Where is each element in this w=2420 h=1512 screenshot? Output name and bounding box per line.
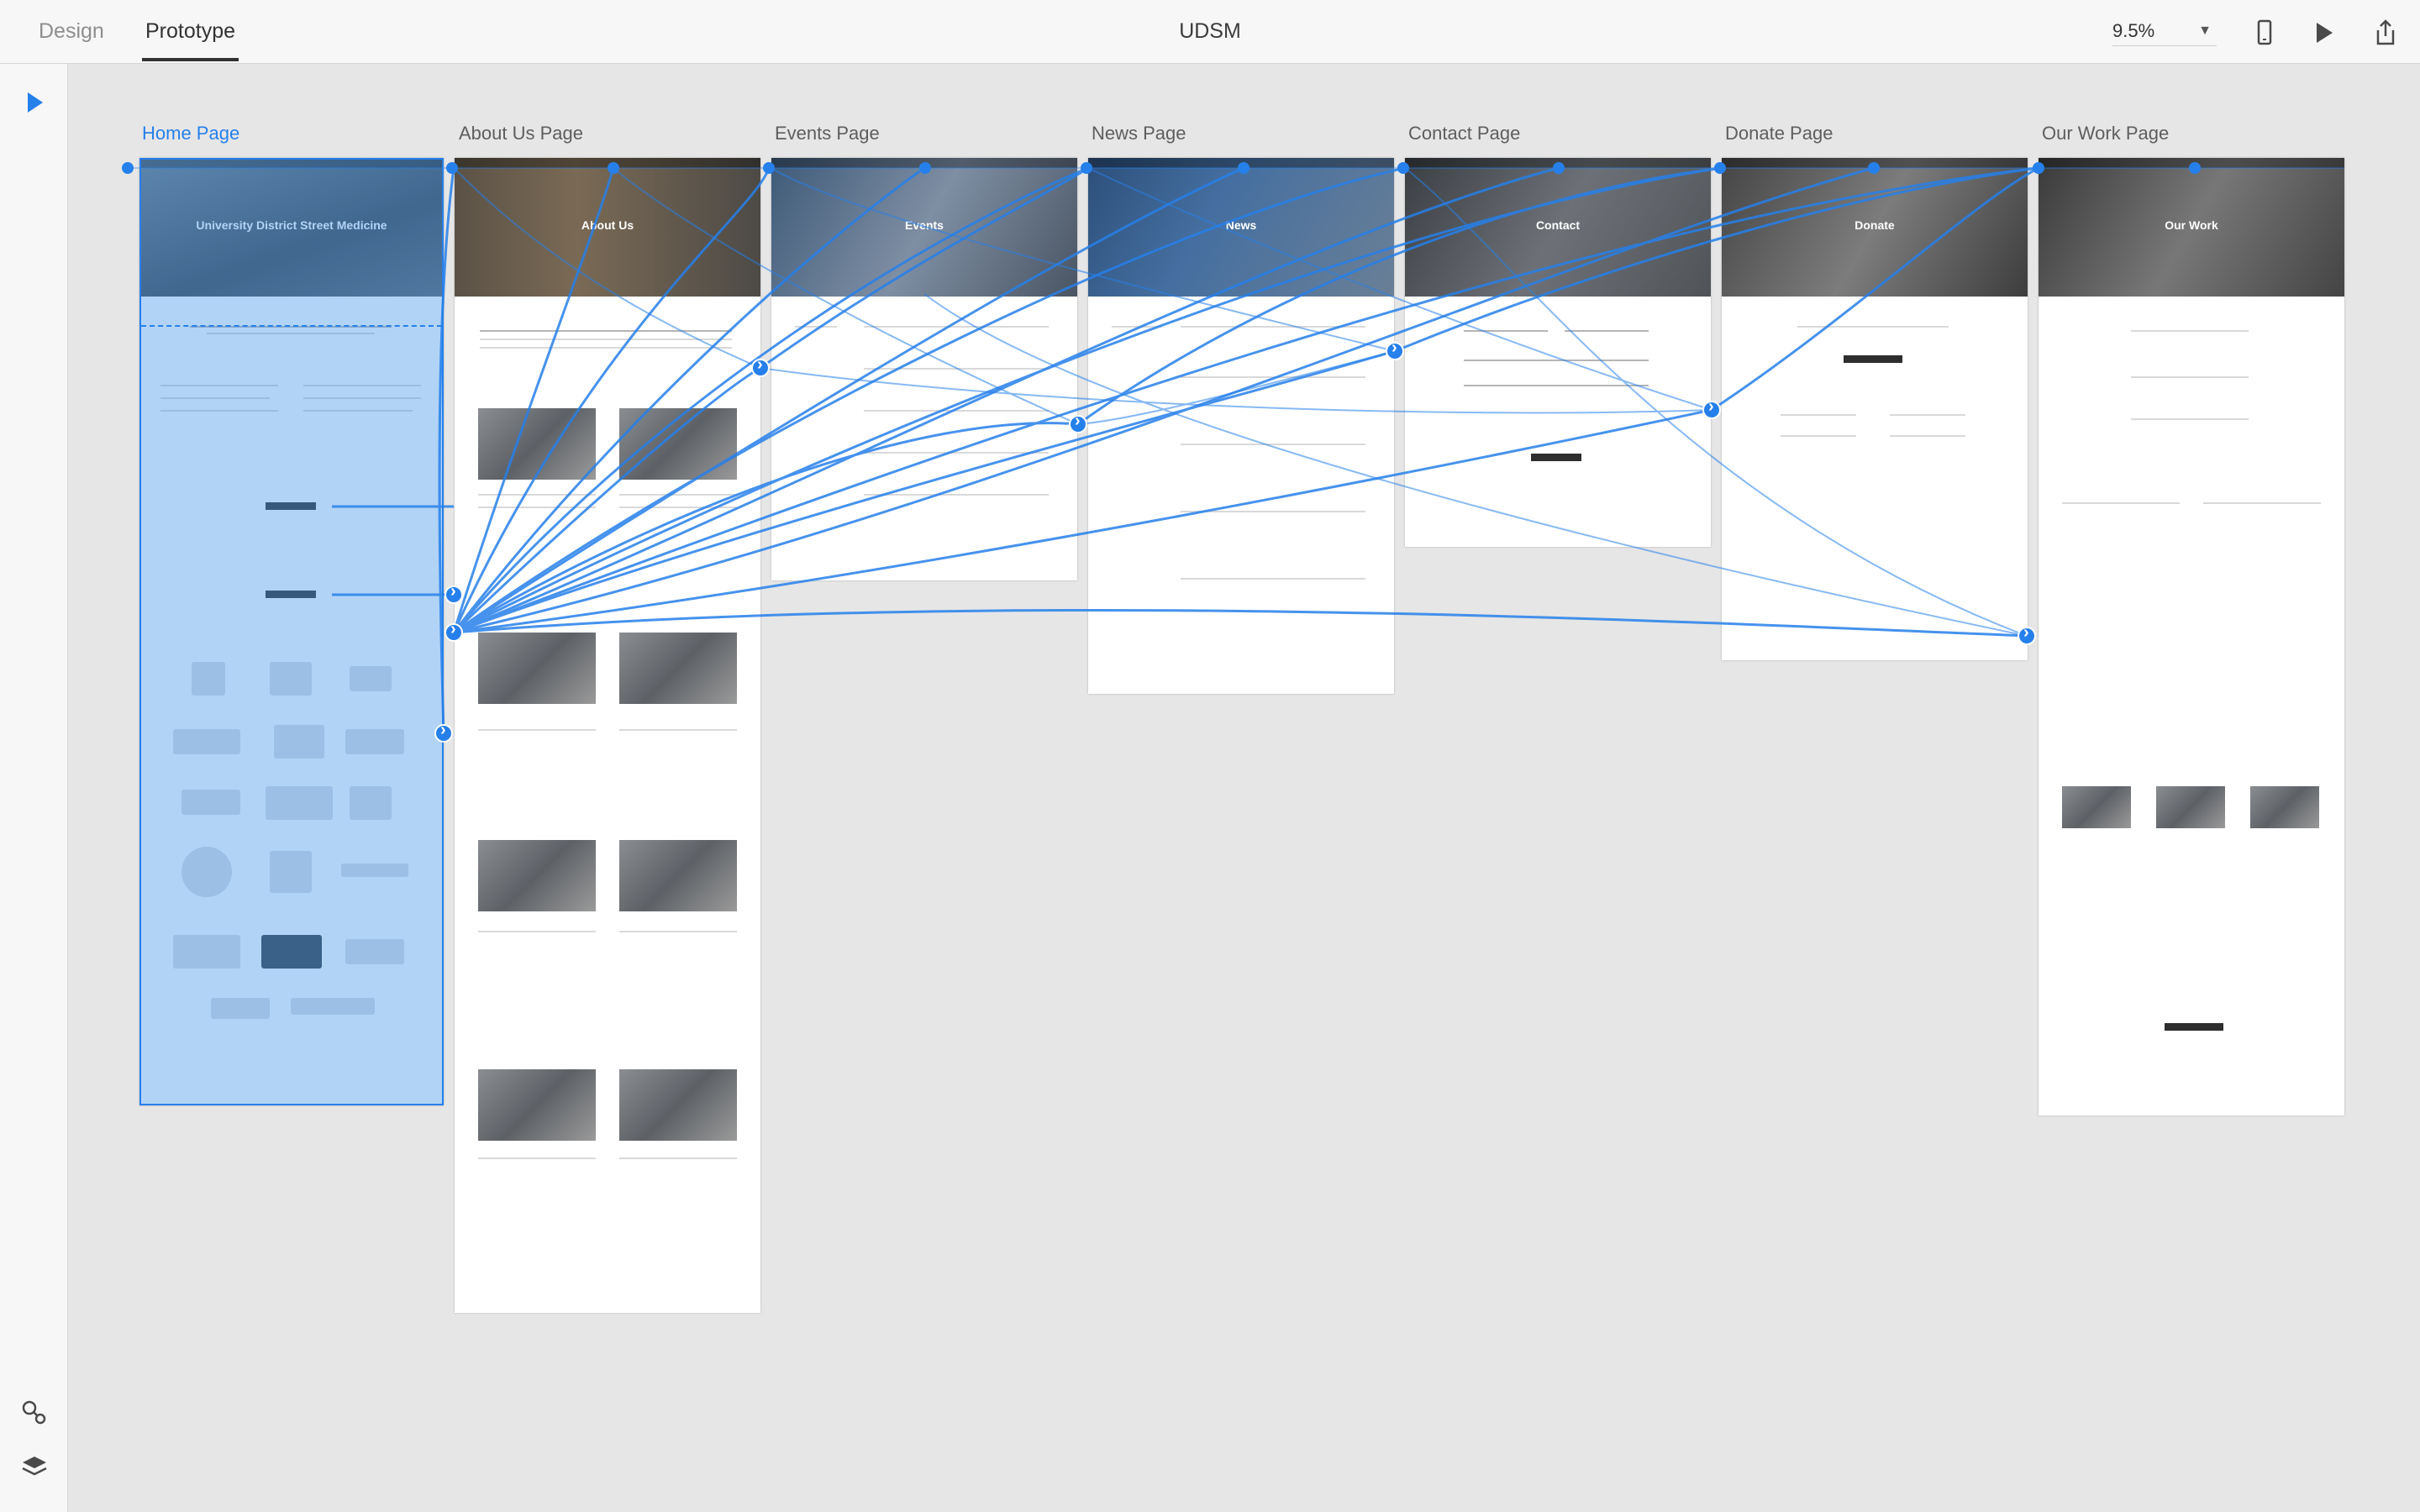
wire-handle[interactable] <box>445 620 463 642</box>
wire-target[interactable] <box>446 162 458 174</box>
wire-target[interactable] <box>763 162 775 174</box>
wire-handle[interactable] <box>751 355 770 377</box>
wire-handle[interactable] <box>1386 339 1404 360</box>
wire-target[interactable] <box>122 162 134 174</box>
wire-target[interactable] <box>1868 162 1880 174</box>
wire-target[interactable] <box>1553 162 1565 174</box>
wire-handle[interactable] <box>445 582 463 604</box>
wire-target[interactable] <box>1714 162 1726 174</box>
wire-target[interactable] <box>1081 162 1092 174</box>
wire-target[interactable] <box>608 162 619 174</box>
wire-handle[interactable] <box>1702 397 1721 419</box>
wire-target[interactable] <box>919 162 931 174</box>
wire-handle[interactable] <box>434 721 453 743</box>
prototype-wires <box>128 166 2344 734</box>
wire-target[interactable] <box>2033 162 2044 174</box>
wire-handle[interactable] <box>2018 623 2036 645</box>
wire-target[interactable] <box>1397 162 1409 174</box>
wire-handle[interactable] <box>1069 412 1087 433</box>
wire-target[interactable] <box>2189 162 2201 174</box>
wire-target[interactable] <box>1238 162 1249 174</box>
